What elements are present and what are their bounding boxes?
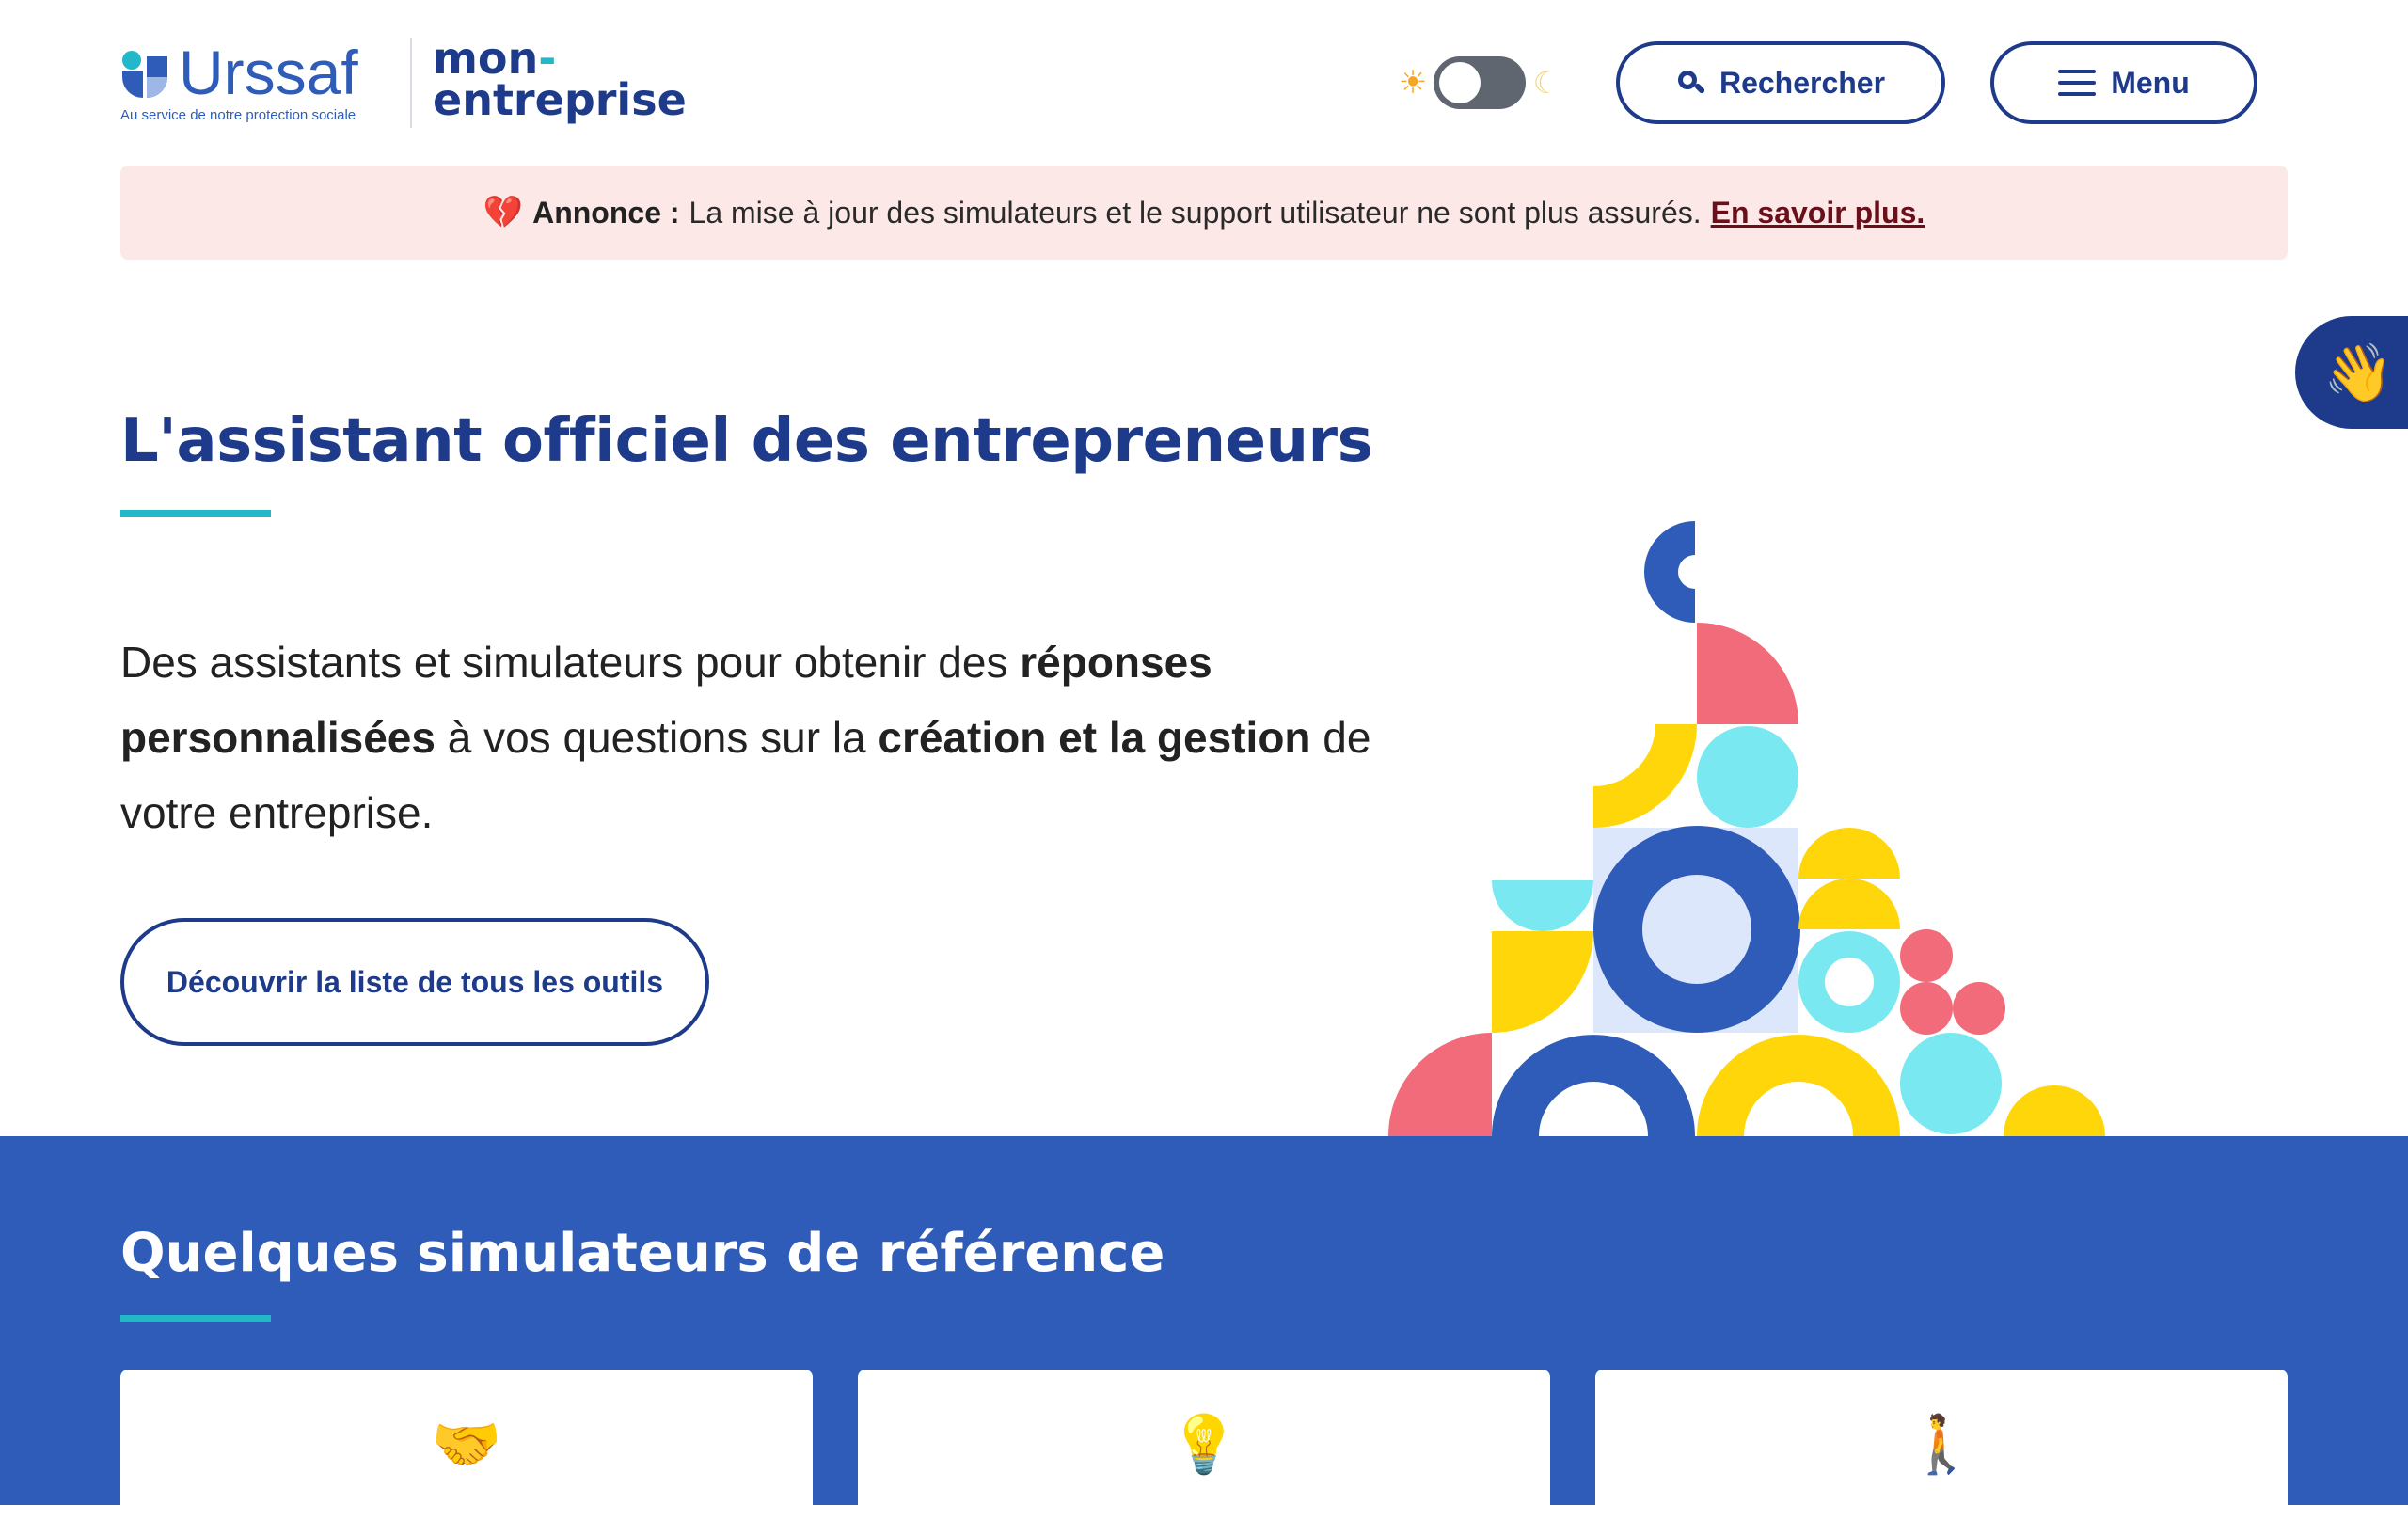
hero-text-part1: Des assistants et simulateurs pour obten… <box>120 638 1021 687</box>
simulator-card[interactable]: 🤝 <box>120 1370 813 1520</box>
switch-knob <box>1439 62 1481 103</box>
announcement-label: Annonce : <box>532 195 680 230</box>
simulator-card[interactable]: 🚶 <box>1595 1370 2288 1520</box>
simulator-card[interactable]: 💡 <box>858 1370 1550 1520</box>
menu-button-label: Menu <box>2111 65 2190 100</box>
logo-divider <box>410 38 412 128</box>
search-button[interactable]: Rechercher <box>1616 41 1945 124</box>
urssaf-tagline: Au service de notre protection sociale <box>120 107 356 123</box>
site-header: Urssaf Au service de notre protection so… <box>0 0 2408 166</box>
waving-hand-icon: 👋 <box>2323 340 2394 404</box>
section-title-underline <box>120 1315 271 1322</box>
theme-toggle[interactable]: ☀ ☾ <box>1396 56 1563 109</box>
light-bulb-icon: 💡 <box>1168 1413 1240 1476</box>
hero-description: Des assistants et simulateurs pour obten… <box>120 625 1437 850</box>
title-underline <box>120 510 271 517</box>
announcement-banner: 💔 Annonce : La mise à jour des simulateu… <box>120 166 2288 260</box>
hero-illustration <box>1388 521 2105 1136</box>
announcement-text: La mise à jour des simulateurs et le sup… <box>689 195 1702 230</box>
broken-heart-icon: 💔 <box>483 195 524 230</box>
discover-all-tools-button[interactable]: Découvrir la liste de tous les outils <box>120 918 709 1046</box>
feedback-button[interactable]: 👋 <box>2295 316 2408 429</box>
hamburger-icon <box>2058 70 2097 96</box>
search-icon <box>1676 69 1706 97</box>
sun-icon: ☀ <box>1398 65 1428 101</box>
hero-text-bold2: création et la gestion <box>878 713 1311 762</box>
menu-button[interactable]: Menu <box>1990 41 2258 124</box>
mon-entreprise-logo[interactable]: mon- entreprise <box>433 37 687 125</box>
walking-person-icon: 🚶 <box>1906 1413 1977 1476</box>
search-button-label: Rechercher <box>1719 65 1886 100</box>
handshake-icon: 🤝 <box>431 1413 502 1476</box>
product-name-line2: entreprise <box>433 74 687 125</box>
learn-more-link[interactable]: En savoir plus. <box>1711 196 1925 230</box>
urssaf-logo-mark <box>122 51 167 98</box>
page-title: L'assistant officiel des entrepreneurs <box>120 406 1373 476</box>
simulators-section-title: Quelques simulateurs de référence <box>120 1223 1165 1284</box>
theme-switch[interactable] <box>1434 56 1526 109</box>
urssaf-logo[interactable]: Urssaf Au service de notre protection so… <box>120 41 384 130</box>
moon-icon: ☾ <box>1532 66 1560 100</box>
urssaf-wordmark: Urssaf <box>179 38 358 107</box>
hero-text-part2: à vos questions sur la <box>435 713 879 762</box>
